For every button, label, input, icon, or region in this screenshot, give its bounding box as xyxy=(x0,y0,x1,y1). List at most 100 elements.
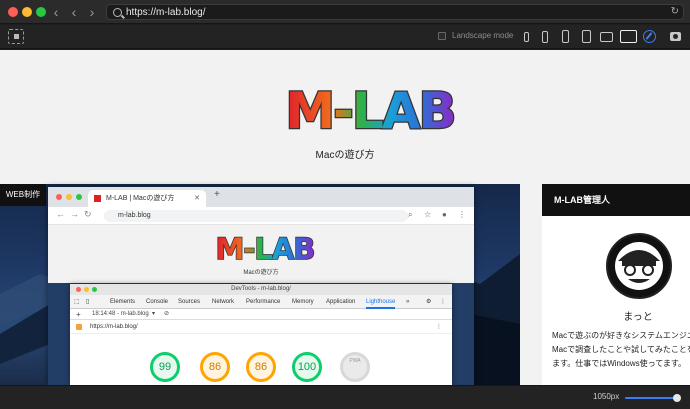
embedded-star-icon: ☆ xyxy=(424,210,432,219)
new-report-icon: + xyxy=(76,310,81,319)
laptop-icon[interactable] xyxy=(600,32,613,42)
minimize-window-button[interactable] xyxy=(22,7,32,17)
devtools-inspect-icon: ⬚ xyxy=(74,299,80,305)
slider-thumb[interactable] xyxy=(672,394,681,402)
score-best-practices: 86 xyxy=(246,352,276,382)
phone-icon[interactable] xyxy=(542,31,548,43)
favicon-icon xyxy=(94,195,101,202)
clear-report-icon: ⊘ xyxy=(164,311,170,317)
category-label[interactable]: WEB制作 xyxy=(0,184,46,206)
responsive-toolbar: Landscape mode xyxy=(0,25,690,49)
forward-button[interactable]: › xyxy=(84,3,100,21)
devtools-tab-application: Application xyxy=(326,299,356,305)
score-accessibility: 86 xyxy=(200,352,230,382)
viewport-width-slider[interactable] xyxy=(625,394,681,402)
landscape-label: Landscape mode xyxy=(452,31,514,40)
embedded-tagline: Macの遊び方 xyxy=(243,270,279,276)
svg-text:M-LAB: M-LAB xyxy=(216,233,315,263)
lighthouse-url: https://m-lab.blog/ xyxy=(90,324,138,330)
tablet-icon[interactable] xyxy=(582,30,591,43)
score-seo: 100 xyxy=(292,352,322,382)
profile-bio-line: ます。仕事ではWindows使ってます。 xyxy=(552,359,687,368)
devtools-tab-memory: Memory xyxy=(292,299,314,305)
profile-widget: M-LAB管理人 まっと Macで遊ぶのが好きなシステムエンジニ Macで調査し… xyxy=(542,184,690,385)
devtools-tab-elements: Elements xyxy=(110,299,136,305)
profile-widget-heading: M-LAB管理人 xyxy=(542,184,690,216)
compass-icon[interactable] xyxy=(643,30,656,43)
desktop-icon[interactable] xyxy=(620,30,637,43)
lighthouse-menu-icon: ⋮ xyxy=(436,324,442,330)
lighthouse-url-row: https://m-lab.blog/ ⋮ xyxy=(70,320,452,334)
embedded-close-dot xyxy=(56,194,62,200)
devtools-tab-sources: Sources xyxy=(178,299,201,305)
slider-fill xyxy=(625,397,677,399)
new-tab-icon: + xyxy=(214,189,220,200)
devtools-tab-console: Console xyxy=(146,299,169,305)
profile-name: まっと xyxy=(623,312,653,323)
tab-close-icon: ✕ xyxy=(194,195,200,202)
reload-icon[interactable]: ↻ xyxy=(671,6,679,17)
zoom-window-button[interactable] xyxy=(36,7,46,17)
devtools-window: DevTools - m-lab.blog/ ⬚ ▯ Elements Cons… xyxy=(70,284,452,385)
score-pwa: PWA xyxy=(340,352,370,382)
url-text: https://m-lab.blog/ xyxy=(126,6,206,18)
landscape-checkbox[interactable] xyxy=(438,31,446,40)
address-bar[interactable]: https://m-lab.blog/ ↻ xyxy=(106,4,684,20)
landscape-mode-toggle[interactable]: Landscape mode xyxy=(438,31,513,40)
devtools-tab-network: Network xyxy=(212,299,235,305)
embedded-profile-icon: ● xyxy=(442,210,447,219)
embedded-tab-bar: M-LAB | Macの遊び方 ✕ + xyxy=(48,187,474,207)
search-icon xyxy=(113,7,122,17)
embedded-search-icon: ⌕ xyxy=(408,210,413,219)
large-phone-icon[interactable] xyxy=(562,30,569,43)
close-window-button[interactable] xyxy=(8,7,18,17)
inspect-element-icon[interactable] xyxy=(8,29,24,44)
devtools-settings-icon: ⚙ xyxy=(426,299,432,305)
page-viewport[interactable]: M-LAB Macの遊び方 WEB制作 M-LAB | Macの遊び方 ✕ + … xyxy=(0,50,690,385)
warning-icon xyxy=(76,324,82,330)
devtools-tab-performance: Performance xyxy=(246,299,281,305)
back-button[interactable]: ‹ xyxy=(66,3,82,21)
report-time: 18:14:48 - m-lab.blog xyxy=(92,311,149,317)
profile-bio-line: Macで遊ぶのが好きなシステムエンジニ xyxy=(552,331,690,340)
title-bar: ‹ ‹ › https://m-lab.blog/ ↻ xyxy=(0,0,690,24)
report-dropdown-icon: ▾ xyxy=(152,311,156,317)
devtools-minimize-dot xyxy=(84,287,89,292)
score-performance: 99 xyxy=(150,352,180,382)
embedded-forward-icon: → xyxy=(70,209,79,219)
devtools-device-icon: ▯ xyxy=(86,299,90,305)
site-header: M-LAB Macの遊び方 xyxy=(0,50,690,184)
viewport-width-label: 1050px xyxy=(593,392,620,401)
devtools-close-dot xyxy=(76,287,81,292)
devtools-title-bar: DevTools - m-lab.blog/ xyxy=(70,284,452,295)
small-phone-icon[interactable] xyxy=(524,32,529,42)
embedded-logo: M-LAB xyxy=(215,233,316,263)
m-lab-logo[interactable]: M-LAB xyxy=(274,84,466,136)
devtools-zoom-dot xyxy=(92,287,97,292)
embedded-url: m-lab.blog xyxy=(118,212,151,219)
devtools-tab-bar: ⬚ ▯ Elements Console Sources Network Per… xyxy=(70,295,452,309)
svg-text:M-LAB: M-LAB xyxy=(285,84,454,136)
embedded-menu-icon: ⋮ xyxy=(458,210,466,219)
sidebar-back-icon[interactable]: ‹ xyxy=(48,3,64,21)
screenshot-camera-icon[interactable] xyxy=(670,32,681,41)
embedded-reload-icon: ↻ xyxy=(84,209,92,219)
embedded-zoom-dot xyxy=(76,194,82,200)
devtools-title: DevTools - m-lab.blog/ xyxy=(231,286,291,292)
profile-bio-line: Macで調査したことや試してみたことを xyxy=(552,345,690,354)
avatar[interactable] xyxy=(606,233,672,299)
embedded-toolbar: ← → ↻ m-lab.blog ⌕ ☆ ● ⋮ xyxy=(48,207,474,225)
embedded-tab: M-LAB | Macの遊び方 ✕ xyxy=(88,190,206,207)
devtools-more-tabs-icon: » xyxy=(406,299,410,305)
avatar-illustration xyxy=(608,242,670,297)
status-bar: 1050px xyxy=(0,385,690,409)
lighthouse-report-bar: + 18:14:48 - m-lab.blog ▾ ⊘ xyxy=(70,309,452,320)
devtools-tab-lighthouse: Lighthouse xyxy=(366,295,396,309)
embedded-back-icon: ← xyxy=(56,209,65,219)
embedded-tab-title: M-LAB | Macの遊び方 xyxy=(106,195,175,202)
profile-bio: Macで遊ぶのが好きなシステムエンジニ Macで調査したことや試してみたことを … xyxy=(552,329,690,371)
site-tagline: Macの遊び方 xyxy=(315,150,375,161)
embedded-omnibox: m-lab.blog xyxy=(104,210,408,222)
embedded-minimize-dot xyxy=(66,194,72,200)
devtools-menu-icon: ⋮ xyxy=(440,299,446,305)
